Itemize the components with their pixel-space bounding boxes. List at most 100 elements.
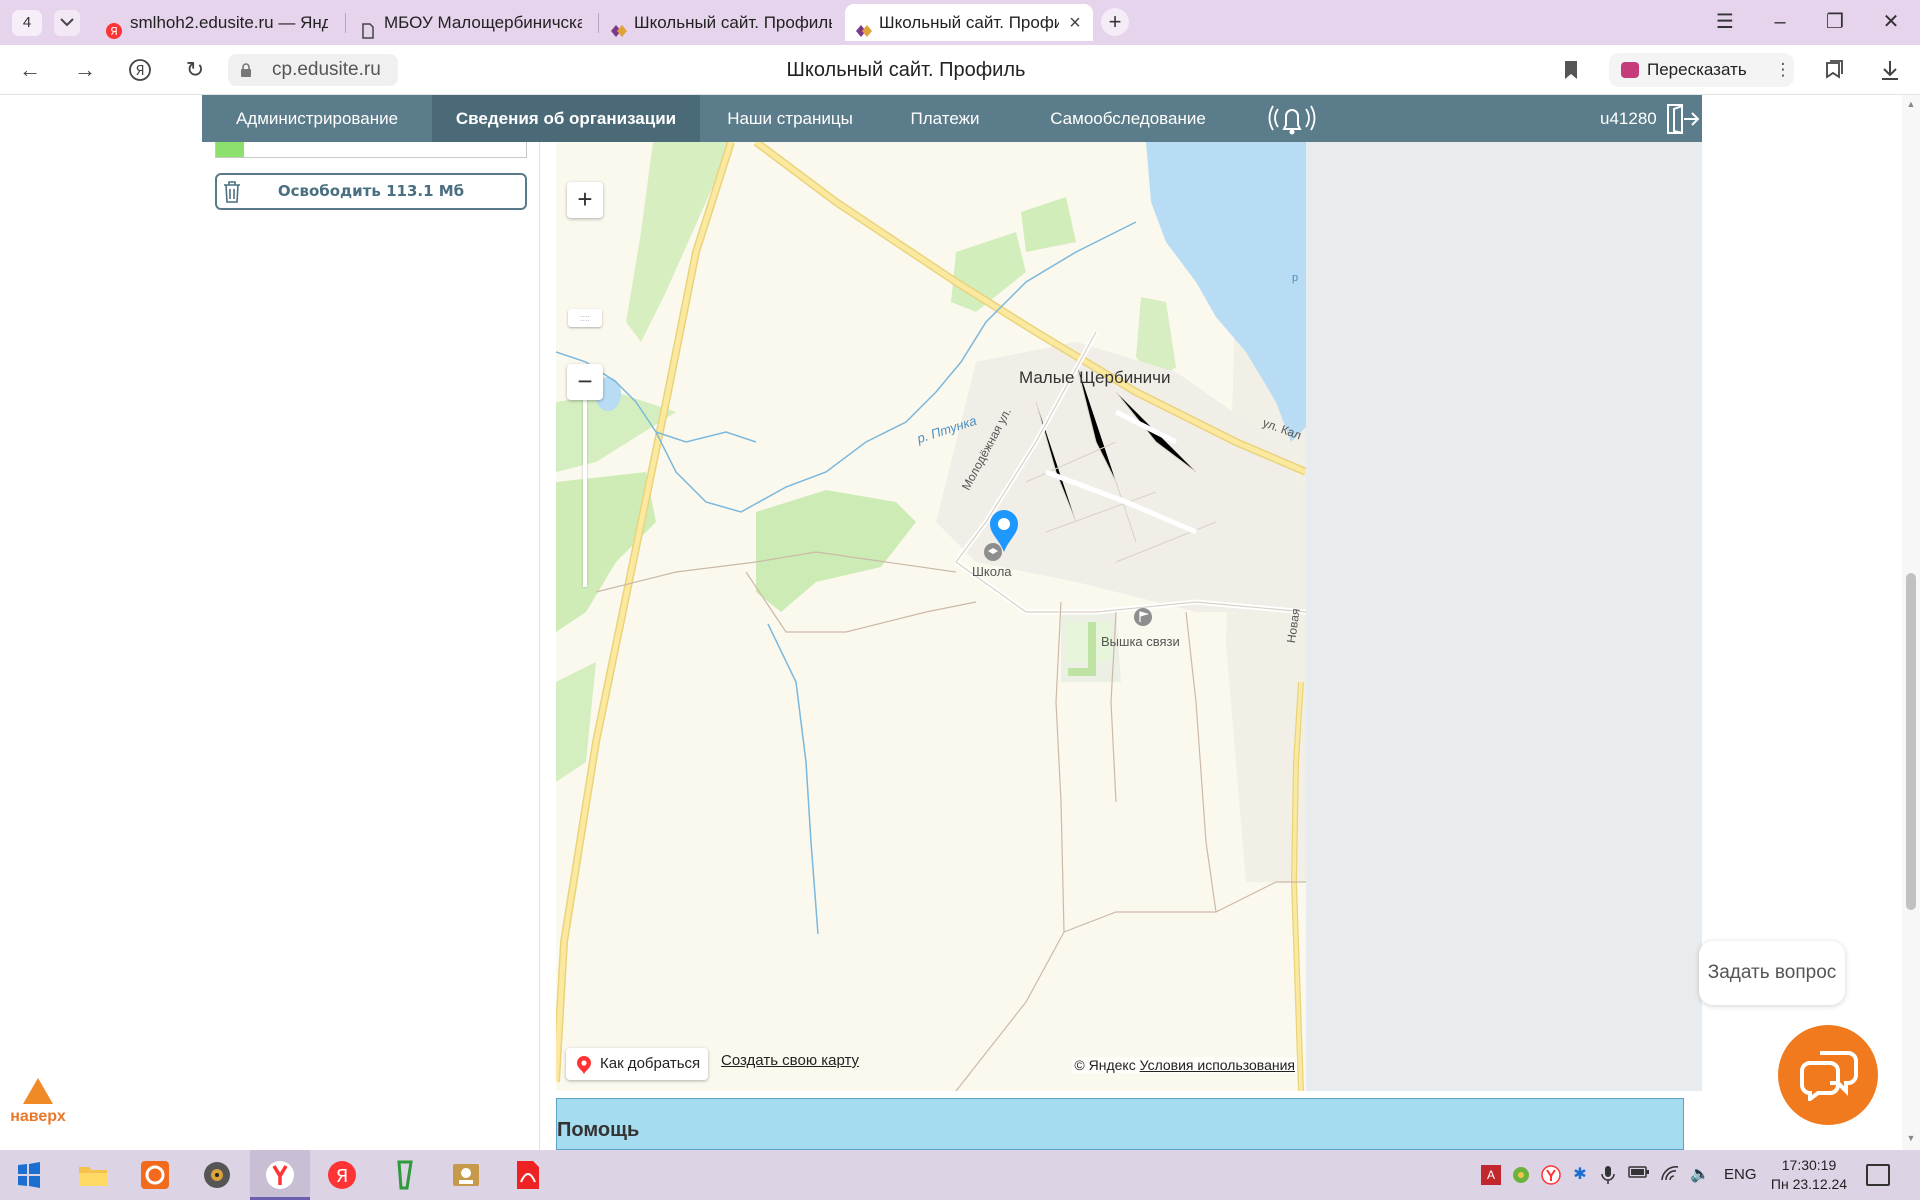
tab-count-badge[interactable]: 4 [12,10,42,36]
input-language[interactable]: ENG [1724,1150,1757,1200]
location-pin-icon[interactable] [987,508,1021,554]
up-triangle-icon [23,1078,53,1104]
help-title: Помощь [557,1119,640,1141]
wifi-icon[interactable] [1660,1165,1680,1185]
media-player-icon[interactable] [200,1158,234,1192]
zoom-in-button[interactable]: + [567,182,603,218]
menu-administration[interactable]: Администрирование [202,95,432,142]
svg-text:Я: Я [110,25,118,38]
windows-start-icon[interactable] [12,1158,46,1192]
restore-icon[interactable]: ❐ [1820,8,1850,36]
menu-organization-info[interactable]: Сведения об организации [432,95,700,142]
more-vert-icon[interactable]: ⋮ [1772,53,1794,87]
tab-smlhoh2[interactable]: Я smlhoh2.edusite.ru — Янд [96,4,340,41]
file-explorer-icon[interactable] [76,1158,110,1192]
terms-link[interactable]: Условия использования [1140,1057,1295,1073]
menu-hamburger-icon[interactable]: ☰ [1710,8,1740,36]
network-share-tray-icon[interactable] [1511,1165,1531,1185]
collections-icon[interactable] [1819,55,1849,85]
chat-bubbles-icon [1800,1051,1858,1101]
page-title: Школьный сайт. Профиль [786,59,1026,81]
left-sidebar: Освободить 113.1 Мб [202,142,540,1150]
tower-label: Вышка связи [1101,634,1180,649]
create-map-link[interactable]: Создать свою карту [721,1052,859,1069]
river-label-edge: р [1292,272,1299,284]
yandex-tray-icon[interactable] [1541,1165,1561,1185]
browser-tab-strip: 4 Я smlhoh2.edusite.ru — Янд МБОУ Малоще… [0,0,1920,45]
app-orange-icon[interactable] [138,1158,172,1192]
route-button[interactable]: Как добраться [566,1048,709,1080]
tower-poi-icon[interactable] [1133,607,1153,627]
tab-title: Школьный сайт. Профи [879,13,1059,32]
menu-payments[interactable]: Платежи [880,95,1010,142]
system-clock[interactable]: 17:30:19 Пн 23.12.24 [1767,1156,1851,1194]
svg-text:Я: Я [336,1166,349,1187]
route-button-label: Как добраться [600,1055,701,1072]
bluetooth-icon[interactable]: ✱ [1570,1165,1590,1185]
tab-divider [598,13,599,33]
document-icon [360,15,376,39]
village-label: Малые Щербиничи [1019,368,1171,387]
chat-button[interactable] [1778,1025,1878,1125]
zoom-out-button[interactable]: − [567,364,603,400]
zoom-slider-track[interactable] [583,382,587,587]
yandex-browser-icon[interactable] [263,1158,297,1192]
page-scrollbar[interactable]: ▲ ▼ [1902,95,1920,1150]
close-window-icon[interactable]: ✕ [1876,8,1906,36]
tab-title: Школьный сайт. Профиль [634,13,832,32]
tab-mbou[interactable]: МБОУ Малощербиничска [350,4,594,41]
school-label: Школа [972,564,1012,579]
menu-self-examination[interactable]: Самообследование [1010,95,1246,142]
menu-our-pages[interactable]: Наши страницы [700,95,880,142]
bell-icon[interactable] [1267,101,1317,137]
map-side-panel [1306,142,1702,1091]
logout-icon[interactable] [1664,103,1700,135]
retell-icon [1621,62,1639,78]
clock-date: Пн 23.12.24 [1770,1176,1848,1192]
tab-title: smlhoh2.edusite.ru — Янд [130,13,328,32]
volume-icon[interactable]: 🔈 [1690,1165,1710,1185]
disk-quota-fill [216,142,244,157]
new-tab-button[interactable]: + [1101,8,1129,36]
download-icon[interactable] [1875,55,1905,85]
pdf-reader-icon[interactable] [511,1158,545,1192]
notifications-icon[interactable] [1866,1164,1890,1186]
map-tiles [556,142,1306,1091]
edusite-icon [610,15,627,37]
free-space-button[interactable]: Освободить 113.1 Мб [215,173,527,210]
battery-icon[interactable] [1628,1165,1649,1185]
copyright-text: © Яндекс [1074,1057,1136,1073]
ask-question-bubble[interactable]: Задать вопрос [1699,941,1845,1005]
yandex-icon: Я [106,15,122,39]
route-pin-icon [577,1056,591,1074]
address-bar: ← → Я ↻ cp.edusite.ru Школьный сайт. Про… [0,45,1920,95]
tab-list-chevron-icon[interactable] [54,10,80,36]
zoom-slider-handle[interactable]: :::: [568,309,602,327]
green-app-icon[interactable] [387,1158,421,1192]
retell-button[interactable]: Пересказать ⋮ [1609,53,1794,87]
help-section: Помощь [556,1098,1684,1150]
yandex-app-icon[interactable]: Я [325,1158,359,1192]
acrobat-tray-icon[interactable]: A [1481,1165,1501,1185]
yandex-map[interactable]: Малые Щербиничи р. Птунка Молодёжная ул.… [556,142,1306,1091]
user-id: u41280 [1600,109,1657,128]
tab-edusite-profile-active[interactable]: Школьный сайт. Профи × [845,4,1093,41]
map-copyright: © Яндекс Условия использования [1072,1057,1297,1073]
clock-time: 17:30:19 [1781,1157,1837,1173]
scroll-up-arrow-icon[interactable]: ▲ [1906,99,1916,109]
minimize-icon[interactable]: – [1765,8,1795,36]
scroll-to-top-label: наверх [10,1108,66,1125]
trash-icon [224,181,240,203]
tab-title: МБОУ Малощербиничска [384,13,582,32]
microphone-icon[interactable] [1598,1165,1618,1185]
windows-taskbar: Я A ✱ 🔈 ENG 17:30:19 Пн 23.12.24 [0,1150,1920,1200]
scroll-down-arrow-icon[interactable]: ▼ [1906,1133,1916,1143]
photo-app-icon[interactable] [449,1158,483,1192]
bookmark-icon[interactable] [1563,60,1579,80]
close-tab-icon[interactable]: × [1065,13,1085,33]
tab-divider [345,13,346,33]
scroll-to-top-button[interactable]: наверх [6,1078,70,1126]
tab-edusite-profile[interactable]: Школьный сайт. Профиль [600,4,844,41]
scrollbar-thumb[interactable] [1906,573,1916,910]
retell-label: Пересказать [1647,60,1747,79]
